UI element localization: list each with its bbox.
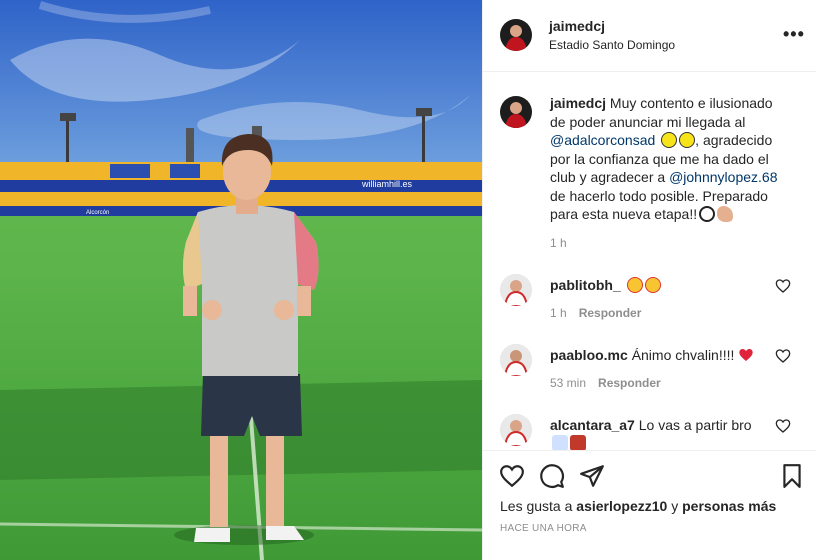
- post-actions-bar: Les gusta a asierlopezz10 y personas más…: [483, 450, 816, 560]
- post-location[interactable]: Estadio Santo Domingo: [549, 38, 675, 52]
- heart-eyes-emoji-icon: [626, 277, 643, 293]
- rocket-emoji-icon: [552, 435, 568, 451]
- comment-like-heart-icon[interactable]: [775, 278, 791, 294]
- share-paper-plane-icon[interactable]: [579, 463, 605, 489]
- instagram-post-modal: williamhill.es Alcorcón jaimedcj Estadio…: [0, 0, 816, 560]
- commenter-avatar[interactable]: [500, 344, 532, 376]
- caption-text: jaimedcj Muy contento e ilusionado de po…: [550, 94, 790, 224]
- likes-summary: Les gusta a asierlopezz10 y personas más: [500, 498, 777, 514]
- liker-username[interactable]: asierlopezz10: [576, 498, 667, 514]
- like-heart-icon[interactable]: [499, 463, 525, 489]
- soccer-ball-emoji-icon: [699, 206, 716, 222]
- comment-text: alcantara_a7 Lo vas a partir bro: [550, 416, 772, 452]
- sponsor-banner-text: Alcorcón: [86, 210, 109, 216]
- comment-like-heart-icon[interactable]: [775, 348, 791, 364]
- comment-item: pablitobh_ 1 h Responder: [483, 272, 816, 332]
- comment-like-heart-icon[interactable]: [775, 418, 791, 434]
- comment-username[interactable]: alcantara_a7: [550, 417, 635, 433]
- post-header: jaimedcj Estadio Santo Domingo •••: [483, 0, 816, 72]
- comment-meta: 1 h Responder: [550, 306, 641, 320]
- caption-time: 1 h: [550, 236, 567, 250]
- reply-button[interactable]: Responder: [579, 306, 642, 320]
- red-heart-emoji-icon: [739, 349, 753, 361]
- author-avatar[interactable]: [500, 19, 532, 51]
- yellow-circle-emoji-icon: [661, 132, 678, 148]
- comment-bubble-icon[interactable]: [539, 463, 565, 489]
- caption-username[interactable]: jaimedcj: [550, 95, 606, 111]
- mention-johnnylopez[interactable]: @johnnylopez.68: [669, 169, 777, 185]
- hundred-points-emoji-icon: [570, 435, 586, 451]
- reply-button[interactable]: Responder: [598, 376, 661, 390]
- caption-avatar[interactable]: [500, 96, 532, 128]
- commenter-avatar[interactable]: [500, 274, 532, 306]
- comment-time: 53 min: [550, 376, 587, 390]
- heart-eyes-emoji-icon: [644, 277, 661, 293]
- post-photo[interactable]: williamhill.es Alcorcón: [0, 0, 482, 560]
- comment-meta: 53 min Responder: [550, 376, 661, 390]
- comment-username[interactable]: paabloo.mc: [550, 347, 628, 363]
- comment-text: pablitobh_: [550, 276, 772, 294]
- post-side-panel: jaimedcj Estadio Santo Domingo ••• jaime…: [482, 0, 816, 560]
- stadium-banner-text: williamhill.es: [361, 179, 413, 189]
- save-bookmark-icon[interactable]: [779, 463, 805, 489]
- caption-part-3: de hacerlo todo posible. Preparado para …: [550, 187, 768, 223]
- comment-username[interactable]: pablitobh_: [550, 277, 621, 293]
- comment-time: 1 h: [550, 306, 567, 320]
- flexed-biceps-emoji-icon: [717, 206, 734, 222]
- more-options-icon[interactable]: •••: [783, 24, 804, 44]
- stadium-photo-illustration: williamhill.es Alcorcón: [0, 0, 482, 560]
- mention-adalcorconsad[interactable]: @adalcorconsad: [550, 132, 655, 148]
- commenter-avatar[interactable]: [500, 414, 532, 446]
- comment-text: paabloo.mc Ánimo chvalin!!!!: [550, 346, 772, 364]
- author-username[interactable]: jaimedcj: [549, 18, 605, 34]
- yellow-circle-emoji-icon: [679, 132, 696, 148]
- post-timestamp[interactable]: HACE UNA HORA: [500, 523, 587, 534]
- other-likers-link[interactable]: personas más: [682, 498, 776, 514]
- comment-item: paabloo.mc Ánimo chvalin!!!! 53 min Respo…: [483, 342, 816, 402]
